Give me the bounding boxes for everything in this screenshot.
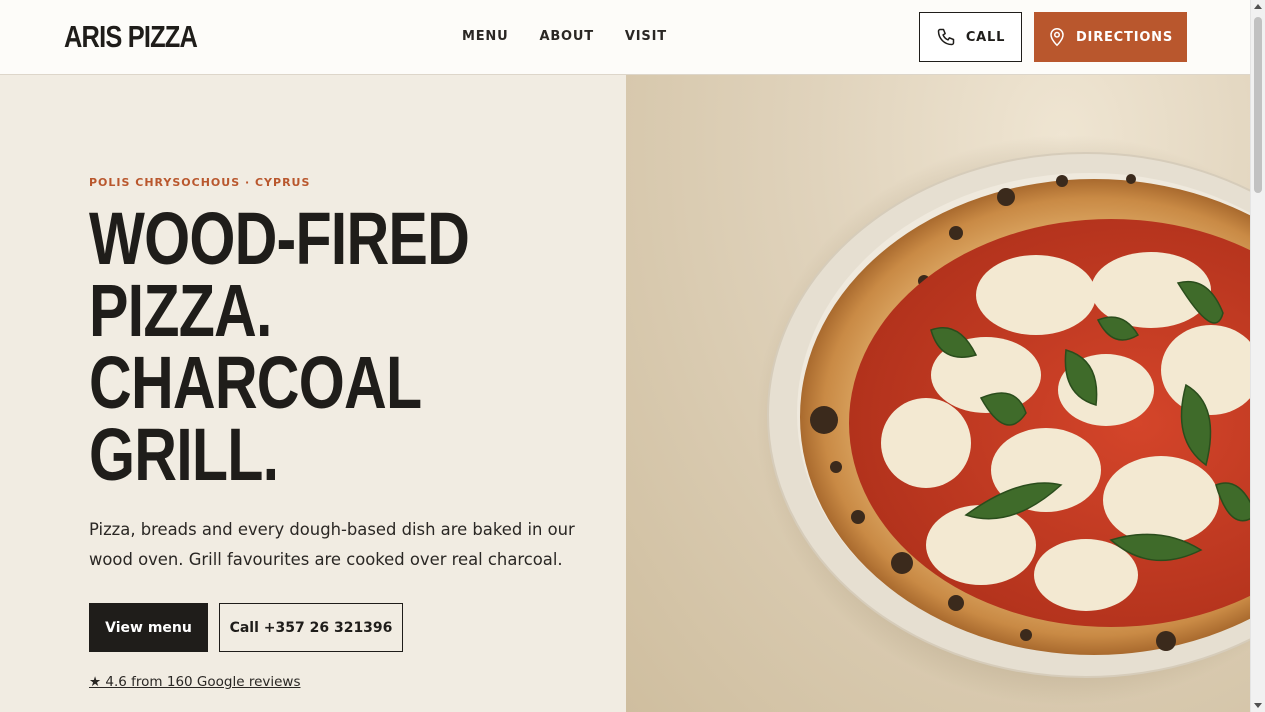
main-nav: MENU ABOUT VISIT — [462, 29, 667, 44]
nav-link-about[interactable]: ABOUT — [539, 29, 593, 44]
headline-line: PIZZA. — [89, 269, 272, 352]
headline-line: WOOD-FIRED — [89, 197, 470, 280]
phone-icon — [936, 27, 956, 47]
hero-headline: WOOD-FIRED PIZZA. CHARCOAL GRILL. — [89, 197, 505, 496]
directions-button-label: DIRECTIONS — [1075, 29, 1174, 45]
call-button[interactable]: CALL — [919, 12, 1022, 62]
hero-description: Pizza, breads and every dough-based dish… — [89, 520, 575, 569]
hero-pizza-image — [626, 75, 1250, 712]
directions-button[interactable]: DIRECTIONS — [1034, 12, 1187, 62]
call-button-label: CALL — [965, 29, 1006, 45]
hero-text-panel: POLIS CHRYSOCHOUS · CYPRUS WOOD-FIRED PI… — [0, 75, 626, 712]
scrollbar-thumb[interactable] — [1254, 17, 1262, 193]
headline-line: GRILL. — [89, 413, 279, 496]
google-reviews-link[interactable]: ★ 4.6 from 160 Google reviews — [89, 674, 301, 690]
nav-link-visit[interactable]: VISIT — [625, 29, 667, 44]
site-header: ARIS PIZZA MENU ABOUT VISIT CALL DIRECTI… — [0, 0, 1250, 75]
nav-link-menu[interactable]: MENU — [462, 29, 508, 44]
map-pin-icon — [1048, 27, 1066, 47]
scroll-down-arrow-icon[interactable] — [1254, 703, 1262, 708]
location-eyebrow: POLIS CHRYSOCHOUS · CYPRUS — [89, 176, 311, 189]
scroll-up-arrow-icon[interactable] — [1254, 4, 1262, 9]
page-scrollbar[interactable] — [1250, 0, 1265, 712]
call-phone-button[interactable]: Call +357 26 321396 — [219, 603, 403, 652]
view-menu-button[interactable]: View menu — [89, 603, 208, 652]
site-logo[interactable]: ARIS PIZZA — [64, 19, 198, 55]
headline-line: CHARCOAL — [89, 341, 422, 424]
